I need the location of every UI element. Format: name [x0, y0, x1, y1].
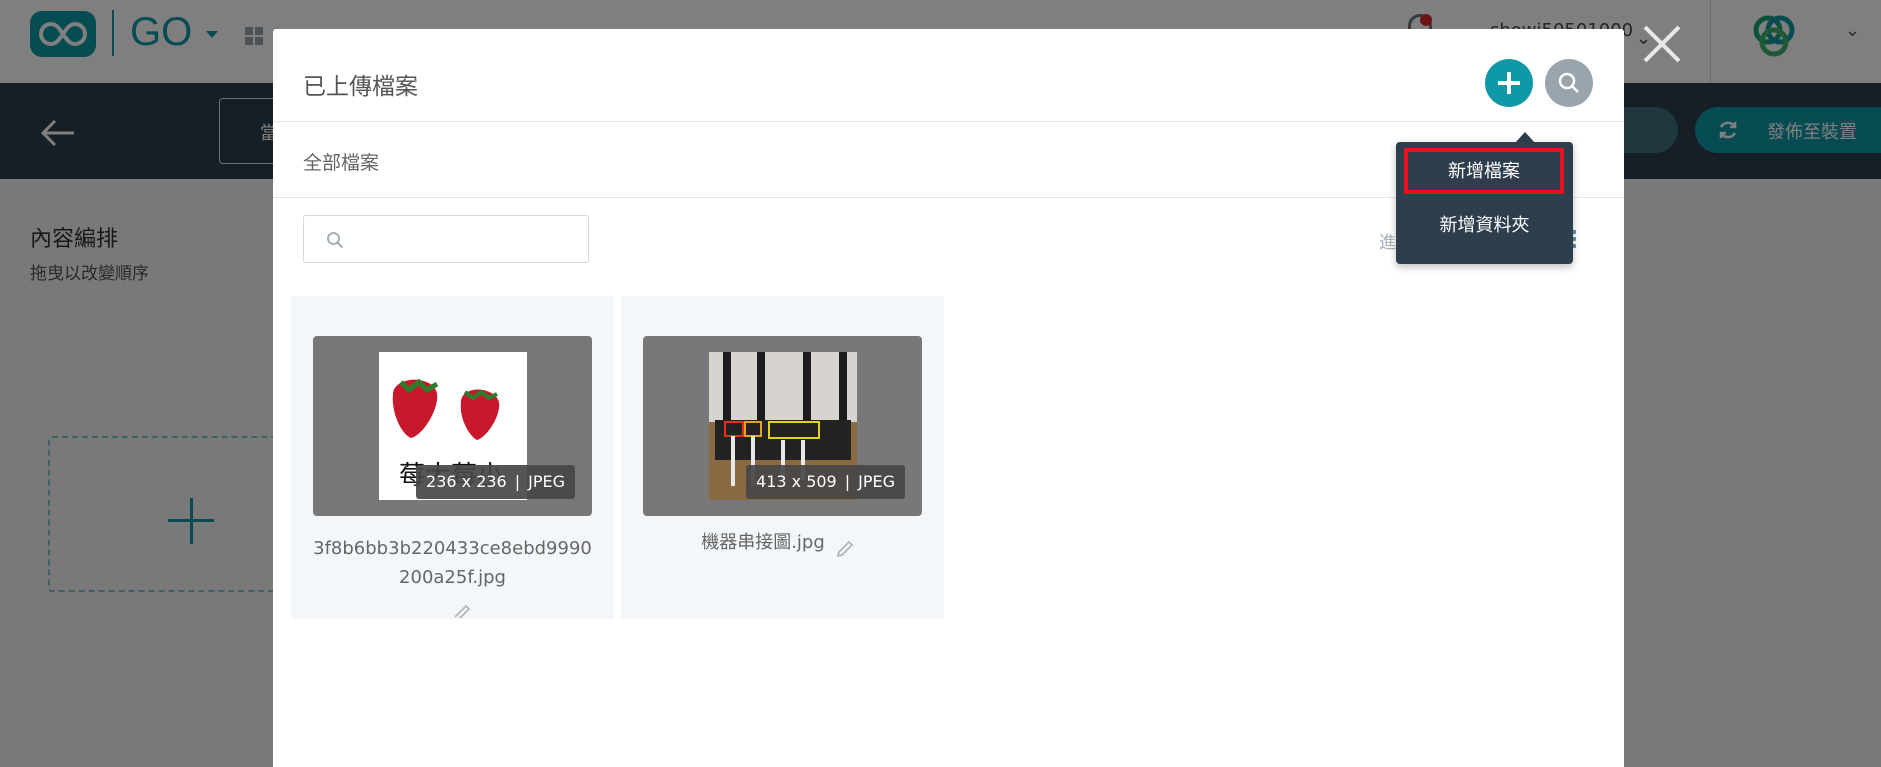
uploaded-files-modal: 已上傳檔案 全部檔案 進階 A Z	[273, 29, 1624, 767]
file-thumbnail[interactable]: 莓大莓小 236 x 236|JPEG	[313, 336, 592, 516]
file-card[interactable]: 莓大莓小 236 x 236|JPEG 3f8b6bb3b220433ce8eb…	[291, 296, 614, 619]
modal-title: 已上傳檔案	[303, 74, 418, 100]
close-icon[interactable]	[1642, 24, 1682, 64]
menu-item-new-folder[interactable]: 新增資料夾	[1396, 206, 1573, 246]
menu-item-new-file[interactable]: 新增檔案	[1404, 148, 1564, 194]
breadcrumb[interactable]: 全部檔案	[303, 148, 379, 175]
file-card[interactable]: 413 x 509 | JPEG 機器串接圖.jpg	[621, 296, 944, 619]
pencil-icon[interactable]	[835, 539, 855, 559]
pencil-icon[interactable]	[451, 604, 471, 618]
search-icon	[327, 232, 344, 249]
search-button[interactable]	[1545, 59, 1593, 107]
dimension-badge: 236 x 236 | JPEG	[416, 465, 575, 499]
search-icon	[1558, 72, 1579, 93]
add-dropdown-menu: 新增檔案 新增資料夾	[1396, 142, 1573, 264]
add-button[interactable]	[1485, 59, 1533, 107]
file-name[interactable]: 3f8b6bb3b220433ce8ebd9990200a25f.jpg	[311, 534, 594, 592]
divider	[273, 121, 1624, 122]
file-thumbnail[interactable]: 413 x 509 | JPEG	[643, 336, 922, 516]
file-search-input[interactable]	[354, 224, 574, 254]
file-search-box[interactable]	[303, 215, 589, 263]
dimension-badge: 413 x 509 | JPEG	[746, 465, 905, 499]
